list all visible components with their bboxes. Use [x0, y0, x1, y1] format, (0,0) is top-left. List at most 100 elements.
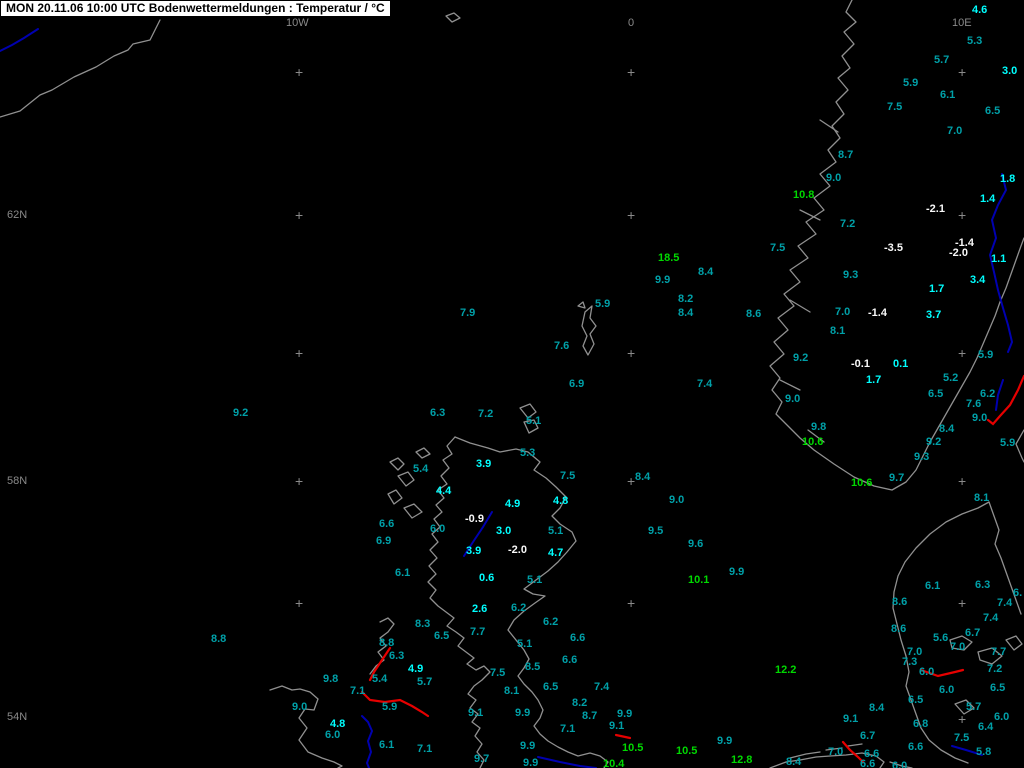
station-temp-value: 5.7	[417, 677, 432, 687]
station-temp-value: 7.1	[417, 744, 432, 754]
station-temp-value: 5.9	[1000, 438, 1015, 448]
station-temp-value: 9.8	[323, 674, 338, 684]
station-temp-value: 1.4	[980, 194, 995, 204]
station-temp-value: 5.3	[967, 36, 982, 46]
station-temp-value: 7.6	[966, 399, 981, 409]
grid-cross: +	[295, 475, 303, 487]
station-temp-value: 5.2	[943, 373, 958, 383]
station-temp-value: 6.1	[379, 740, 394, 750]
grid-cross: +	[958, 713, 966, 725]
station-temp-value: 6.2	[543, 617, 558, 627]
station-temp-value: 5.9	[903, 78, 918, 88]
station-temp-value: 9.2	[926, 437, 941, 447]
map-title: MON 20.11.06 10:00 UTC Bodenwettermeldun…	[6, 1, 385, 15]
station-temp-value: 6.3	[430, 408, 445, 418]
station-temp-value: 7.3	[902, 657, 917, 667]
station-temp-value: 9.3	[843, 270, 858, 280]
station-temp-value: 6.7	[965, 628, 980, 638]
station-temp-value: 6.6	[908, 742, 923, 752]
grid-coordinate-label: 58N	[7, 476, 27, 487]
station-temp-value: 6.3	[975, 580, 990, 590]
grid-coordinate-label: 0	[628, 18, 634, 29]
station-temp-value: 8.6	[746, 309, 761, 319]
station-temp-value: 5.1	[527, 575, 542, 585]
station-temp-value: 8.4	[635, 472, 650, 482]
station-temp-value: 8.5	[525, 662, 540, 672]
station-temp-value: 7.9	[460, 308, 475, 318]
station-temp-value: 8.6	[892, 597, 907, 607]
weather-map-canvas: 10W010E62N58N54N ++++++++++++++++ 4.65.3…	[0, 0, 1024, 768]
station-temp-value: 3.0	[496, 526, 511, 536]
station-temp-value: 9.0	[826, 173, 841, 183]
station-temp-value: 5.7	[934, 55, 949, 65]
station-temp-value: 6.0	[994, 712, 1009, 722]
station-temp-value: 7.2	[478, 409, 493, 419]
station-temp-value: 6.2	[980, 389, 995, 399]
station-temp-value: 7.0	[950, 642, 965, 652]
station-temp-value: 1.8	[1000, 174, 1015, 184]
station-temp-value: 7.0	[835, 307, 850, 317]
grid-coordinate-label: 62N	[7, 210, 27, 221]
station-temp-value: 6.7	[860, 731, 875, 741]
station-temp-value: 6.5	[928, 389, 943, 399]
station-temp-value: 9.7	[474, 754, 489, 764]
station-temp-value: 8.4	[786, 757, 801, 767]
station-temp-value: 5.9	[978, 350, 993, 360]
station-temp-value: 5.4	[413, 464, 428, 474]
station-temp-value: -2.0	[508, 545, 527, 555]
station-temp-value: 6.1	[395, 568, 410, 578]
station-temp-value: 8.1	[504, 686, 519, 696]
station-temp-value: 9.0	[785, 394, 800, 404]
station-temp-value: 6.0	[939, 685, 954, 695]
station-temp-value: 5.1	[526, 416, 541, 426]
station-temp-value: 8.2	[572, 698, 587, 708]
station-temp-value: 7.7	[470, 627, 485, 637]
station-temp-value: -0.1	[851, 359, 870, 369]
station-temp-value: 9.9	[717, 736, 732, 746]
station-temp-value: 8.4	[869, 703, 884, 713]
station-temp-value: 5.9	[595, 299, 610, 309]
station-temp-value: 5.1	[517, 639, 532, 649]
station-temp-value: 8.7	[838, 150, 853, 160]
station-temp-value: 6.	[1013, 588, 1022, 598]
station-temp-value: 8.4	[939, 424, 954, 434]
grid-coordinate-label: 10E	[952, 18, 972, 29]
station-temp-value: 7.7	[991, 647, 1006, 657]
station-temp-value: 8.1	[830, 326, 845, 336]
station-temp-value: 0.1	[893, 359, 908, 369]
station-temp-value: 5.3	[520, 448, 535, 458]
grid-cross: +	[627, 597, 635, 609]
station-temp-value: -1.4	[868, 308, 887, 318]
station-temp-value: 1.7	[929, 284, 944, 294]
station-temp-value: 8.2	[678, 294, 693, 304]
station-temp-value: 6.6	[860, 759, 875, 768]
station-temp-value: 6.5	[990, 683, 1005, 693]
station-temp-value: 6.1	[940, 90, 955, 100]
grid-cross: +	[295, 347, 303, 359]
station-temp-value: 1.7	[866, 375, 881, 385]
grid-cross: +	[295, 66, 303, 78]
station-temp-value: 8.8	[379, 638, 394, 648]
station-temp-value: 10.5	[676, 746, 697, 756]
station-temp-value: 9.1	[843, 714, 858, 724]
station-temp-value: 7.1	[560, 724, 575, 734]
grid-cross: +	[627, 347, 635, 359]
station-temp-value: 6.5	[434, 631, 449, 641]
station-temp-value: 5.6	[933, 633, 948, 643]
station-temp-value: 4.9	[505, 499, 520, 509]
station-temp-value: -0.9	[465, 514, 484, 524]
grid-cross: +	[627, 475, 635, 487]
station-temp-value: 3.9	[476, 459, 491, 469]
station-temp-value: 6.5	[985, 106, 1000, 116]
station-temp-value: -2.0	[949, 248, 968, 258]
grid-coordinate-label: 10W	[286, 18, 309, 29]
station-temp-value: 5.1	[548, 526, 563, 536]
station-temp-value: 5.4	[372, 674, 387, 684]
station-temp-value: 10.4	[603, 759, 624, 768]
station-temp-value: 8.4	[678, 308, 693, 318]
station-temp-value: 7.5	[887, 102, 902, 112]
station-temp-value: 6.2	[511, 603, 526, 613]
station-temp-value: 9.0	[669, 495, 684, 505]
station-temp-value: 10.5	[622, 743, 643, 753]
station-temp-value: 5.9	[382, 702, 397, 712]
